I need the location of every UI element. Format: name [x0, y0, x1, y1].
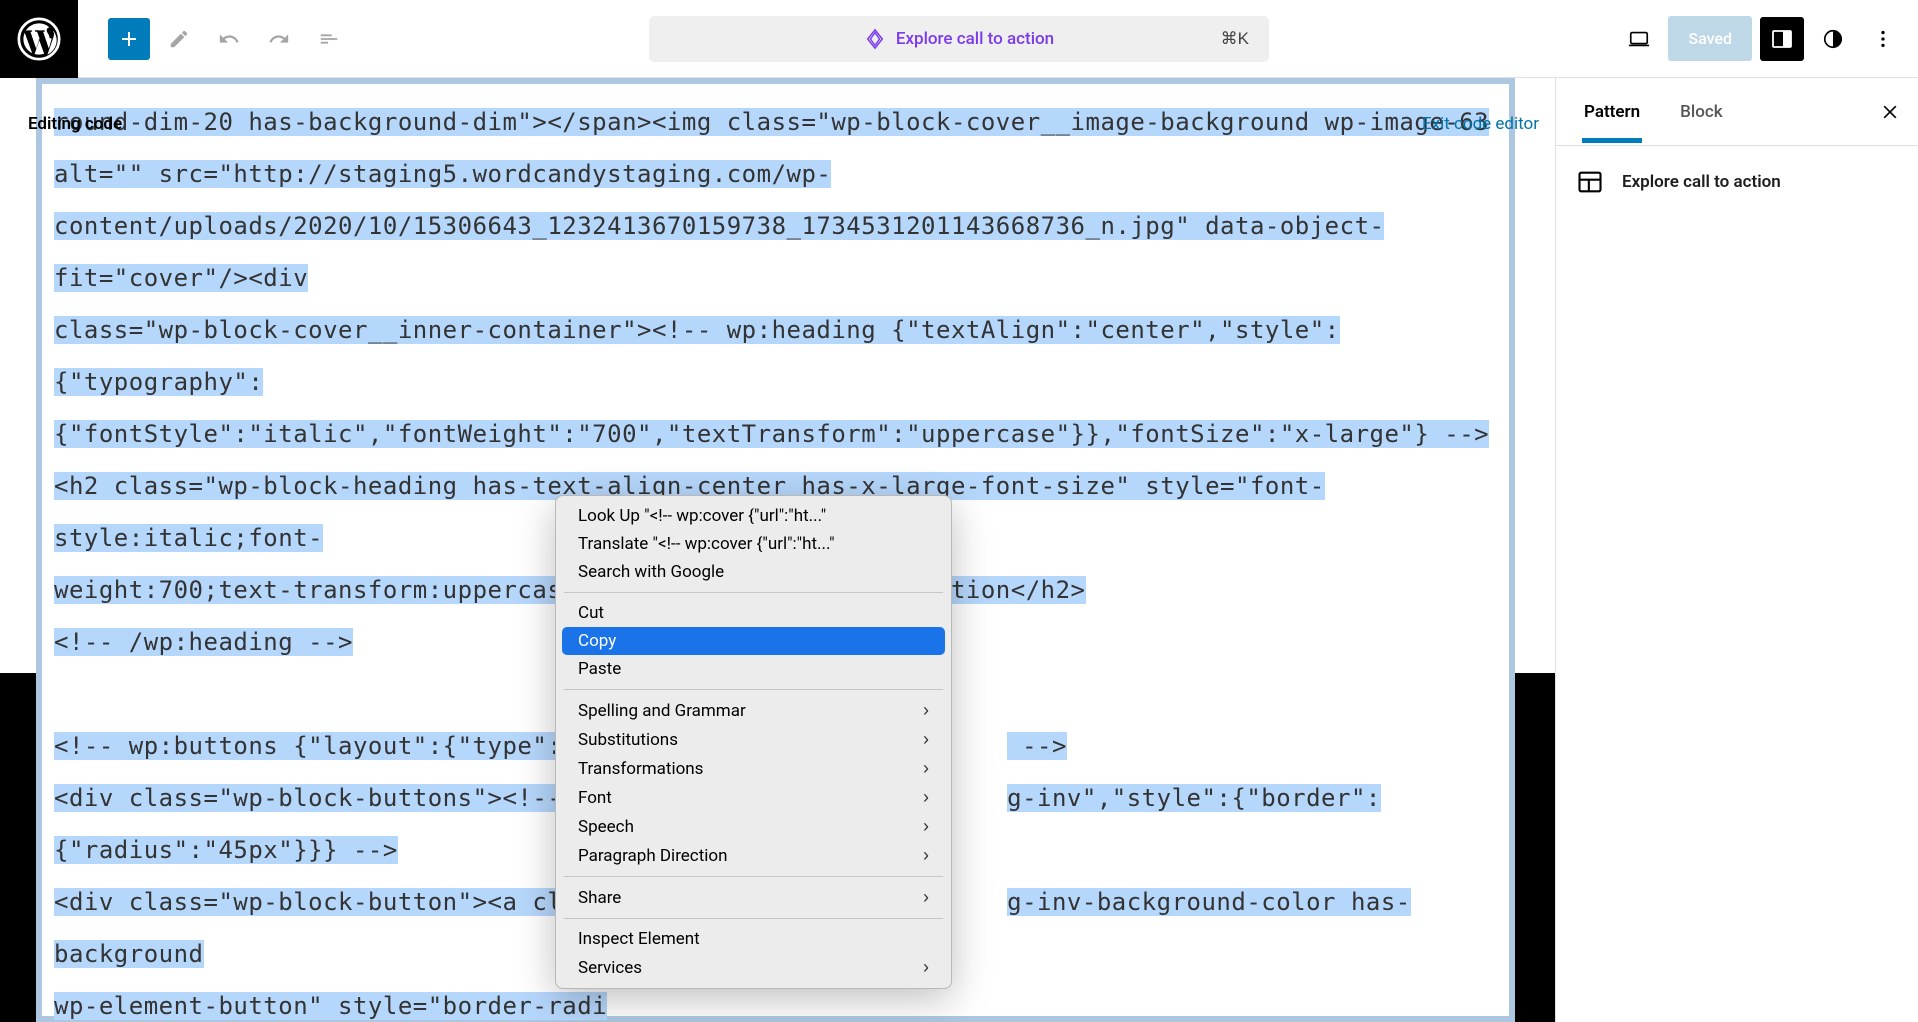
edit-tool-button[interactable] [158, 18, 200, 60]
device-icon [1628, 28, 1650, 50]
menu-item[interactable]: Copy [562, 627, 945, 655]
menu-item[interactable]: Paste [556, 655, 951, 683]
layout-icon [1576, 168, 1604, 196]
exit-code-editor-link[interactable]: Exit code editor [1422, 114, 1539, 134]
contrast-icon [1822, 28, 1844, 50]
menu-item[interactable]: Transformations › [556, 754, 951, 783]
command-bar[interactable]: Explore call to action ⌘K [649, 16, 1269, 62]
wordpress-logo[interactable] [0, 0, 78, 78]
menu-item-label: Speech [578, 817, 634, 837]
menu-separator [564, 918, 943, 919]
editing-label: Editing code [28, 114, 122, 134]
main-area: round-dim-20 has-background-dim"></span>… [0, 78, 1918, 1022]
context-menu: Look Up "<!-- wp:cover {"url":"ht..." Tra… [555, 495, 952, 989]
pencil-icon [168, 28, 190, 50]
plus-icon [117, 27, 141, 51]
redo-button[interactable] [258, 18, 300, 60]
chevron-right-icon: › [923, 845, 929, 866]
undo-icon [218, 28, 240, 50]
menu-item-label: Substitutions [578, 730, 678, 750]
sidebar-icon [1770, 27, 1794, 51]
menu-item[interactable]: Font › [556, 783, 951, 812]
chevron-right-icon: › [923, 700, 929, 721]
menu-item-label: Font [578, 788, 612, 808]
menu-item-label: Share [578, 888, 621, 908]
redo-icon [268, 28, 290, 50]
menu-item-label: Translate "<!-- wp:cover {"url":"ht..." [578, 534, 835, 554]
menu-item-label: Inspect Element [578, 929, 700, 949]
top-toolbar: Explore call to action ⌘K Saved [0, 0, 1918, 78]
menu-separator [564, 592, 943, 593]
menu-item-label: Services [578, 958, 642, 978]
menu-item-label: Transformations [578, 759, 703, 779]
menu-item-label: Paragraph Direction [578, 846, 728, 866]
menu-item-label: Paste [578, 659, 621, 679]
menu-item[interactable]: Look Up "<!-- wp:cover {"url":"ht..." [556, 502, 951, 530]
view-button[interactable] [1618, 18, 1660, 60]
menu-item[interactable]: Share › [556, 883, 951, 912]
chevron-right-icon: › [923, 957, 929, 978]
menu-item[interactable]: Paragraph Direction › [556, 841, 951, 870]
command-bar-label: Explore call to action [896, 29, 1054, 49]
menu-item[interactable]: Speech › [556, 812, 951, 841]
chevron-right-icon: › [923, 816, 929, 837]
menu-item-label: Look Up "<!-- wp:cover {"url":"ht..." [578, 506, 826, 526]
tab-block[interactable]: Block [1660, 82, 1742, 142]
settings-panel-toggle[interactable] [1760, 17, 1804, 61]
list-icon [318, 28, 340, 50]
menu-separator [564, 689, 943, 690]
chevron-right-icon: › [923, 729, 929, 750]
menu-item[interactable]: Inspect Element [556, 925, 951, 953]
add-block-button[interactable] [108, 18, 150, 60]
pattern-title: Explore call to action [1622, 172, 1781, 192]
kebab-icon [1872, 28, 1894, 50]
undo-button[interactable] [208, 18, 250, 60]
pattern-title-row: Explore call to action [1556, 146, 1918, 218]
menu-item[interactable]: Cut [556, 599, 951, 627]
sidebar-tabs: Pattern Block [1556, 78, 1918, 146]
toolbar-right: Saved [1618, 16, 1918, 61]
menu-item[interactable]: Substitutions › [556, 725, 951, 754]
menu-separator [564, 876, 943, 877]
menu-item-label: Cut [578, 603, 604, 623]
menu-item-label: Copy [578, 631, 616, 651]
menu-item[interactable]: Services › [556, 953, 951, 982]
document-overview-button[interactable] [308, 18, 350, 60]
close-icon [1880, 102, 1900, 122]
menu-item[interactable]: Spelling and Grammar › [556, 696, 951, 725]
styles-button[interactable] [1812, 18, 1854, 60]
chevron-right-icon: › [923, 758, 929, 779]
menu-item-label: Search with Google [578, 562, 724, 582]
wordpress-icon [17, 17, 61, 61]
tab-pattern[interactable]: Pattern [1564, 82, 1660, 142]
menu-item-label: Spelling and Grammar [578, 701, 746, 721]
command-bar-shortcut: ⌘K [1221, 29, 1249, 49]
settings-sidebar: Pattern Block Explore call to action [1555, 78, 1918, 1022]
menu-item[interactable]: Translate "<!-- wp:cover {"url":"ht..." [556, 530, 951, 558]
shuffle-icon [864, 28, 886, 50]
close-panel-button[interactable] [1870, 92, 1910, 132]
chevron-right-icon: › [923, 787, 929, 808]
editing-bar: Editing code Exit code editor [28, 114, 1539, 134]
chevron-right-icon: › [923, 887, 929, 908]
toolbar-left [78, 18, 350, 60]
options-button[interactable] [1862, 18, 1904, 60]
saved-button[interactable]: Saved [1668, 16, 1752, 61]
menu-item[interactable]: Search with Google [556, 558, 951, 586]
